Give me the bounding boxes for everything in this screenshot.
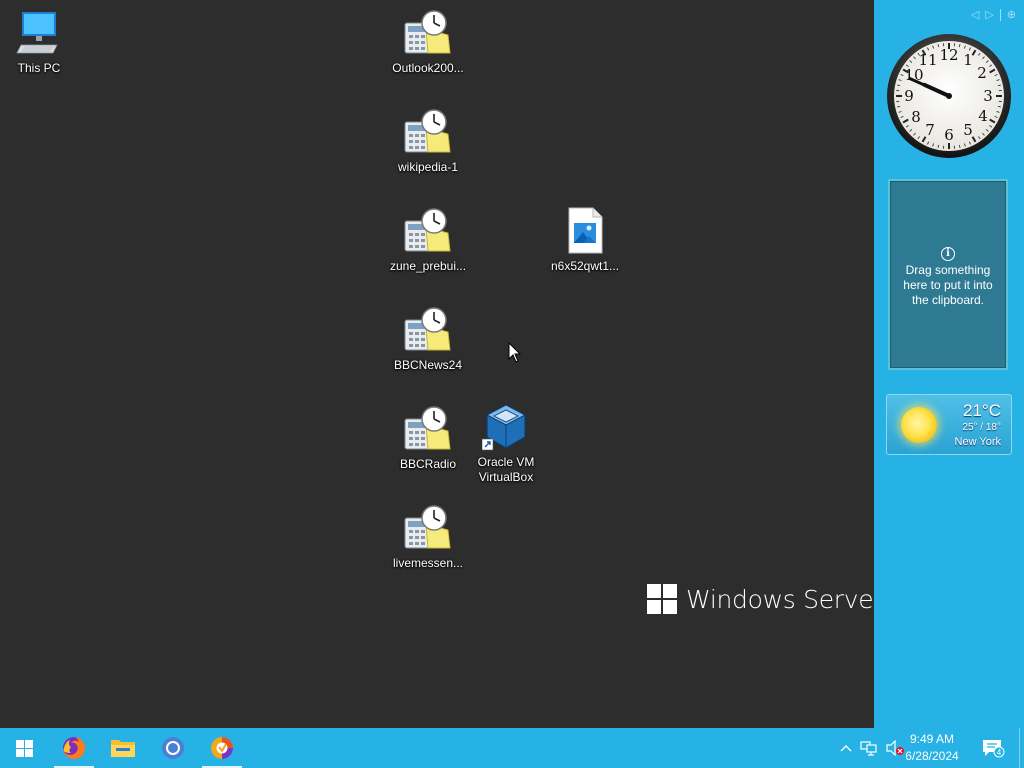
weather-city: New York xyxy=(954,436,1001,448)
analog-clock-icon: 12 12 345 678 91011 xyxy=(887,34,1011,158)
folder-icon xyxy=(111,740,135,757)
wikipedia-task-label: wikipedia-1 xyxy=(397,160,459,174)
taskbar-time: 9:49 AM xyxy=(909,732,955,746)
show-desktop-button[interactable] xyxy=(1019,728,1024,768)
zune-task-label: zune_prebui... xyxy=(389,259,467,273)
scheduled-task-icon xyxy=(404,108,452,156)
previous-gadgets-icon[interactable]: ◁ xyxy=(971,8,979,22)
svg-text:6: 6 xyxy=(944,126,954,144)
weather-range: 25° / 18° xyxy=(962,422,1001,433)
outlook-task-icon-item[interactable]: Outlook200... xyxy=(388,9,468,76)
virtualbox-icon-item[interactable]: Oracle VM VirtualBox xyxy=(466,403,546,485)
svg-text:9: 9 xyxy=(904,87,914,105)
scheduled-task-icon xyxy=(404,405,452,453)
zune-task-icon-item[interactable]: zune_prebui... xyxy=(388,207,468,274)
weather-gadget[interactable]: 21°C 25° / 18° New York xyxy=(886,394,1012,455)
chrome-icon xyxy=(162,737,184,759)
show-hidden-icons-chevron-icon[interactable] xyxy=(836,728,856,768)
action-center-button[interactable]: 4 xyxy=(978,728,1008,768)
svg-text:3: 3 xyxy=(983,87,993,105)
this-pc-label: This PC xyxy=(17,61,61,75)
browser-icon xyxy=(211,737,233,759)
mouse-cursor-icon xyxy=(508,341,522,369)
sidebar-controls: ◁ ▷ ⊕ xyxy=(971,8,1016,22)
svg-text:7: 7 xyxy=(925,121,935,139)
svg-text:5: 5 xyxy=(963,121,973,139)
info-icon: i xyxy=(941,247,955,261)
clock-gadget[interactable]: 12 1 2 345 678 9 10 11 xyxy=(886,33,1012,159)
weather-temperature: 21°C xyxy=(963,401,1001,420)
taskbar-browser-button[interactable] xyxy=(198,728,246,768)
image-file-icon-item[interactable]: n6x52qwt1... xyxy=(545,207,625,274)
windows-server-watermark: Windows Server 2 xyxy=(647,582,874,616)
svg-text:11: 11 xyxy=(918,51,937,69)
image-file-icon xyxy=(561,207,609,255)
windows-logo-icon xyxy=(647,584,677,614)
system-tray: 9:49 AM 6/28/2024 4 xyxy=(824,728,1024,768)
desktop[interactable]: This PC Outlook200... wikipedia-1 zune_p… xyxy=(0,0,874,728)
taskbar-date: 6/28/2024 xyxy=(905,749,959,763)
firefox-icon xyxy=(63,736,86,759)
svg-text:1: 1 xyxy=(963,51,973,69)
notification-count: 4 xyxy=(997,748,1002,757)
sidebar-divider xyxy=(999,9,1001,21)
scheduled-task-icon xyxy=(404,207,452,255)
watermark-text: Windows Server 2 xyxy=(686,584,874,614)
sunny-weather-icon xyxy=(901,407,937,443)
scheduled-task-icon xyxy=(404,306,452,354)
scheduled-task-icon xyxy=(404,9,452,57)
notification-icon: 4 xyxy=(983,740,1005,758)
clipboard-gadget[interactable]: i Drag something here to put it into the… xyxy=(888,179,1008,370)
taskbar-clock[interactable]: 9:49 AM 6/28/2024 xyxy=(897,731,967,765)
bbcnews24-task-label: BBCNews24 xyxy=(393,358,463,372)
svg-text:4: 4 xyxy=(978,107,988,125)
this-pc-icon-item[interactable]: This PC xyxy=(0,9,79,76)
livemessenger-task-label: livemessen... xyxy=(392,556,464,570)
bbcradio-task-icon-item[interactable]: BBCRadio xyxy=(388,405,468,472)
windows-start-icon xyxy=(15,739,33,757)
add-gadget-icon[interactable]: ⊕ xyxy=(1007,8,1016,22)
next-gadgets-icon[interactable]: ▷ xyxy=(985,8,993,22)
computer-icon xyxy=(15,9,63,57)
bbcradio-task-label: BBCRadio xyxy=(399,457,457,471)
taskbar-chrome-button[interactable] xyxy=(149,728,197,768)
taskbar-file-explorer-button[interactable] xyxy=(99,728,147,768)
virtualbox-icon xyxy=(481,403,530,451)
wikipedia-task-icon-item[interactable]: wikipedia-1 xyxy=(388,108,468,175)
start-button[interactable] xyxy=(0,728,48,768)
svg-text:8: 8 xyxy=(911,108,921,126)
taskbar-firefox-button[interactable] xyxy=(50,728,98,768)
image-file-label: n6x52qwt1... xyxy=(550,259,620,273)
network-icon[interactable] xyxy=(858,728,880,768)
virtualbox-label: Oracle VM VirtualBox xyxy=(477,455,535,484)
livemessenger-task-icon-item[interactable]: livemessen... xyxy=(388,504,468,571)
clipboard-message: Drag something here to put it into the c… xyxy=(903,263,993,307)
taskbar: 9:49 AM 6/28/2024 4 xyxy=(0,728,1024,768)
outlook-task-label: Outlook200... xyxy=(392,61,464,75)
bbcnews24-task-icon-item[interactable]: BBCNews24 xyxy=(388,306,468,373)
svg-text:2: 2 xyxy=(977,64,987,82)
svg-text:12: 12 xyxy=(939,46,958,64)
scheduled-task-icon xyxy=(404,504,452,552)
